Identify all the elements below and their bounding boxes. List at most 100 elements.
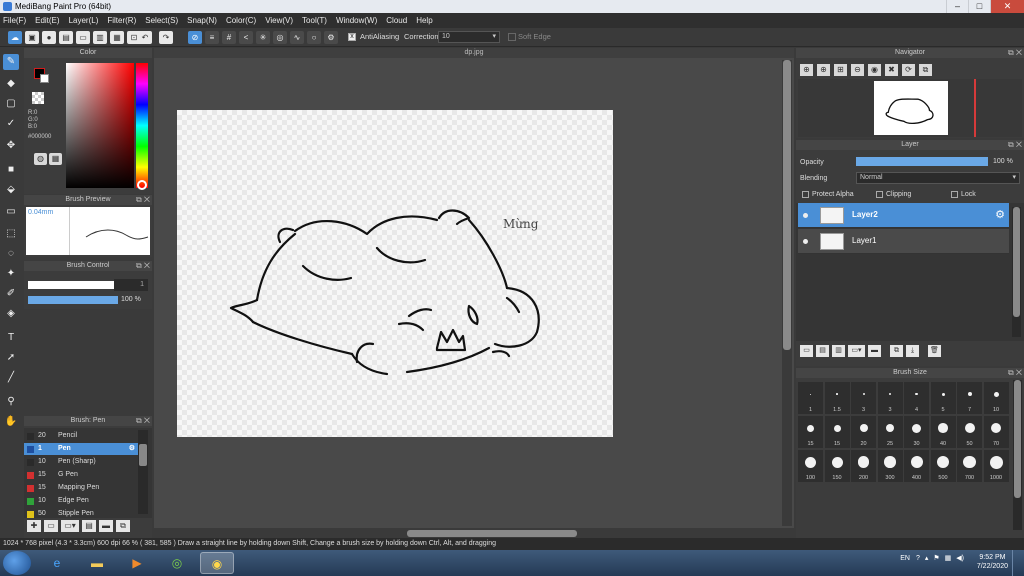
- new-1bit-layer-icon[interactable]: ▥: [832, 345, 845, 357]
- new-layer-icon[interactable]: ▭: [800, 345, 813, 357]
- brush-item-pen[interactable]: 1 Pen ⚙: [24, 443, 138, 455]
- brush-size-cell[interactable]: 200: [851, 450, 876, 482]
- select-tool-icon[interactable]: ⬚: [3, 226, 19, 242]
- brush-size-cell[interactable]: 500: [930, 450, 956, 482]
- brush-size-cell[interactable]: 30: [904, 416, 929, 448]
- menu-window[interactable]: Window(W): [336, 16, 377, 25]
- protect-alpha-checkbox[interactable]: [802, 191, 809, 198]
- fill-shape-icon[interactable]: ■: [3, 162, 19, 178]
- clipping-checkbox[interactable]: [876, 191, 883, 198]
- minimize-button[interactable]: –: [946, 0, 968, 13]
- panel-close-icon[interactable]: ⧉ ✕: [1008, 368, 1022, 378]
- new-brush-icon[interactable]: ▭: [44, 520, 58, 532]
- flag-icon[interactable]: ⚑: [933, 554, 939, 562]
- duplicate-brush-icon[interactable]: ⧉: [116, 520, 130, 532]
- reset-zoom-icon[interactable]: ◉: [868, 64, 881, 76]
- duplicate-layer-icon[interactable]: ⧉: [890, 345, 903, 357]
- perspective-snap-icon[interactable]: <: [239, 31, 253, 44]
- menu-view[interactable]: View(V): [265, 16, 293, 25]
- panel-close-icon[interactable]: ⧉ ✕: [1008, 140, 1022, 150]
- network-icon[interactable]: ▦: [945, 554, 952, 562]
- page-icon[interactable]: ▤: [59, 31, 73, 44]
- brush-size-cell[interactable]: 25: [877, 416, 903, 448]
- flip-icon[interactable]: ✖: [885, 64, 898, 76]
- brush-size-slider[interactable]: [28, 281, 118, 289]
- open-icon[interactable]: ▣: [25, 31, 39, 44]
- copy-brush-icon[interactable]: ▤: [82, 520, 96, 532]
- menu-help[interactable]: Help: [416, 16, 432, 25]
- canvas-horizontal-scrollbar[interactable]: [154, 528, 794, 538]
- layer-row-layer1[interactable]: Layer1: [798, 229, 1009, 254]
- color-history-icon[interactable]: ▦: [49, 153, 62, 165]
- brush-tool-icon[interactable]: ✎: [3, 54, 19, 70]
- lasso-tool-icon[interactable]: ◌: [3, 246, 19, 262]
- trash-icon[interactable]: 🗑: [928, 345, 941, 357]
- brush-menu-icon[interactable]: ▭▾: [61, 520, 79, 532]
- brush-item-g-pen[interactable]: 15 G Pen: [24, 469, 138, 481]
- concentric-snap-icon[interactable]: ◎: [273, 31, 287, 44]
- menu-cloud[interactable]: Cloud: [386, 16, 407, 25]
- add-layer-menu-icon[interactable]: ▭▾: [848, 345, 865, 357]
- cloud-icon[interactable]: ☁: [8, 31, 22, 44]
- grid-snap-icon[interactable]: #: [222, 31, 236, 44]
- divide-tool-icon[interactable]: ╱: [3, 370, 19, 386]
- brush-size-cell[interactable]: 150: [824, 450, 850, 482]
- app-icon-green[interactable]: ◎: [160, 552, 194, 574]
- panel-close-icon[interactable]: ⧉ ✕: [136, 416, 150, 426]
- text-tool-icon[interactable]: T: [3, 330, 19, 346]
- media-player-icon[interactable]: ▶: [120, 552, 154, 574]
- menu-file[interactable]: File(F): [3, 16, 26, 25]
- brush-size-cell[interactable]: 1.5: [824, 382, 850, 414]
- export-icon[interactable]: ▥: [93, 31, 107, 44]
- zoom-icon[interactable]: ⊕: [817, 64, 830, 76]
- canvas-hscroll-thumb[interactable]: [407, 530, 577, 537]
- brush-size-cell[interactable]: 70: [983, 416, 1009, 448]
- brush-size-cell[interactable]: 5: [930, 382, 956, 414]
- hue-slider[interactable]: [136, 63, 148, 188]
- radial-snap-icon[interactable]: ✳: [256, 31, 270, 44]
- brush-size-cell[interactable]: 3: [851, 382, 876, 414]
- panel-close-icon[interactable]: ⧉ ✕: [1008, 48, 1022, 58]
- palette-icon[interactable]: ◍: [34, 153, 47, 165]
- drawing-canvas[interactable]: Mừng: [177, 110, 613, 437]
- maximize-button[interactable]: □: [968, 0, 990, 13]
- fit-icon[interactable]: ⊞: [834, 64, 847, 76]
- operation-tool-icon[interactable]: ➚: [3, 350, 19, 366]
- zoom-in-icon[interactable]: ⊕: [800, 64, 813, 76]
- settings-snap-icon[interactable]: ⚙: [324, 31, 338, 44]
- brush-opacity-slider[interactable]: [28, 296, 118, 304]
- hand-tool-icon[interactable]: ✋: [3, 414, 19, 430]
- brush-size-scrollbar[interactable]: [1013, 380, 1022, 530]
- add-brush-icon[interactable]: ✚: [27, 520, 41, 532]
- visibility-icon[interactable]: [803, 213, 808, 218]
- gear-icon[interactable]: ⚙: [995, 208, 1005, 221]
- magic-wand-icon[interactable]: ✦: [3, 266, 19, 282]
- menu-layer[interactable]: Layer(L): [69, 16, 99, 25]
- close-button[interactable]: ✕: [990, 0, 1024, 13]
- brush-item-edge-pen[interactable]: 10 Edge Pen: [24, 495, 138, 507]
- brush-size-cell[interactable]: 3: [877, 382, 903, 414]
- tray-expand-icon[interactable]: ▴: [925, 554, 929, 562]
- clock[interactable]: 9:52 PM 7/22/2020: [977, 553, 1008, 571]
- layer-list-scrollbar[interactable]: [1012, 207, 1021, 337]
- brush-size-cell[interactable]: 15: [824, 416, 850, 448]
- eyedropper-tool-icon[interactable]: ⚲: [3, 394, 19, 410]
- transparent-swatch[interactable]: [32, 92, 44, 104]
- gradient-tool-icon[interactable]: ▭: [3, 204, 19, 220]
- comment-icon[interactable]: ●: [42, 31, 56, 44]
- bucket-tool-icon[interactable]: ⬙: [3, 182, 19, 198]
- save-icon[interactable]: ▭: [76, 31, 90, 44]
- panel-close-icon[interactable]: ⧉ ✕: [136, 195, 150, 205]
- rotate-icon[interactable]: ⟳: [902, 64, 915, 76]
- brush-item-pen-sharp[interactable]: 10 Pen (Sharp): [24, 456, 138, 468]
- brush-size-cell[interactable]: 7: [957, 382, 982, 414]
- snap-off-icon[interactable]: ⊘: [188, 31, 202, 44]
- brush-size-cell[interactable]: 50: [957, 416, 982, 448]
- brush-size-cell[interactable]: 700: [957, 450, 982, 482]
- select-pen-icon[interactable]: ✓: [3, 116, 19, 132]
- brush-size-cell[interactable]: 400: [904, 450, 929, 482]
- brush-list-scroll-thumb[interactable]: [139, 444, 147, 466]
- menu-filter[interactable]: Filter(R): [107, 16, 136, 25]
- brush-size-scroll-thumb[interactable]: [1014, 380, 1021, 498]
- brush-size-cell[interactable]: 300: [877, 450, 903, 482]
